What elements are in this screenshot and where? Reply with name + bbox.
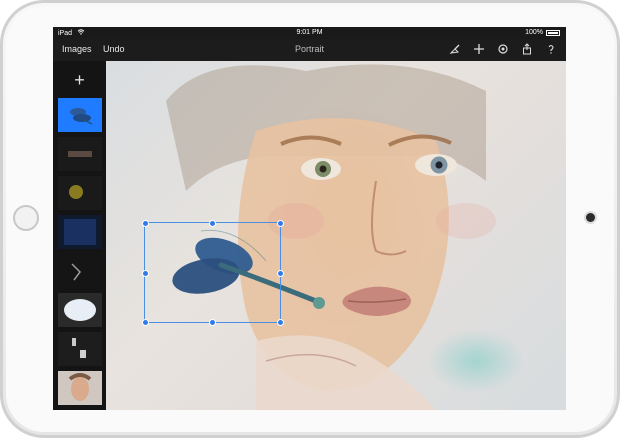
resize-handle-top-left[interactable] [142,220,149,227]
layers-sidebar: + [53,61,106,410]
ipad-device: iPad 9:01 PM 100% Images Undo Portrait + [0,0,620,438]
home-button[interactable] [13,205,39,231]
resize-handle-right[interactable] [277,270,284,277]
drawing-canvas[interactable] [106,61,566,410]
help-icon[interactable] [544,42,558,56]
battery-percent: 100% [525,29,543,36]
toolbar-icons [448,42,558,56]
top-navbar: Images Undo Portrait [53,39,566,61]
plus-icon[interactable] [472,42,486,56]
thumbnail-white-brush[interactable] [58,293,102,327]
status-bar: iPad 9:01 PM 100% [53,27,566,39]
selection-box[interactable] [144,222,281,323]
resize-handle-left[interactable] [142,270,149,277]
resize-handle-top[interactable] [209,220,216,227]
thumbnail-portrait[interactable] [58,371,102,405]
brush-icon[interactable] [448,42,462,56]
thumbnail-blue-texture[interactable] [58,215,102,249]
thumbnail-sketch[interactable] [58,254,102,288]
resize-handle-top-right[interactable] [277,220,284,227]
status-time: 9:01 PM [296,29,323,36]
add-layer-button[interactable]: + [53,67,106,93]
resize-handle-bottom-right[interactable] [277,319,284,326]
status-battery: 100% [525,29,560,36]
share-icon[interactable] [520,42,534,56]
thumbnail-yellow-splash[interactable] [58,176,102,210]
thumbnail-dragonfly[interactable] [58,98,102,132]
resize-handle-bottom[interactable] [209,319,216,326]
gear-icon[interactable] [496,42,510,56]
thumbnail-dark-strokes[interactable] [58,332,102,366]
battery-icon [546,29,560,36]
front-camera [586,213,595,222]
screen: iPad 9:01 PM 100% Images Undo Portrait + [53,27,566,410]
thumbnail-smudge[interactable] [58,137,102,171]
resize-handle-bottom-left[interactable] [142,319,149,326]
